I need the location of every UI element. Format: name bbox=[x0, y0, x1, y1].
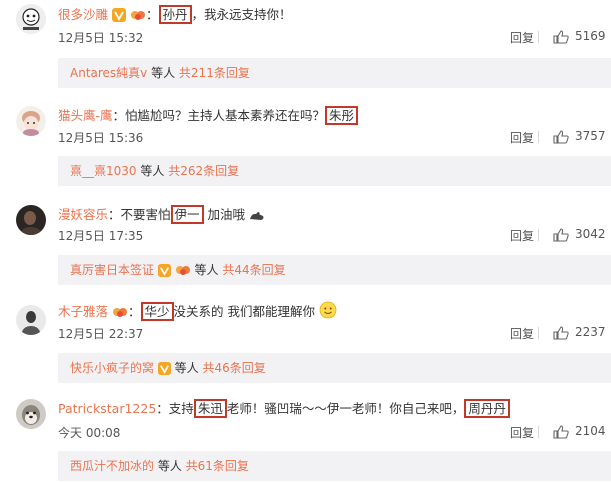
reply-thread-etc: 等人 bbox=[170, 361, 203, 375]
comment-text-mid: 老师！骚凹瑞～～伊一老师！你自己来吧， bbox=[226, 401, 465, 416]
reply-thread-bar[interactable]: Antares純真v 等人 共211条回复 bbox=[58, 58, 611, 88]
avatar[interactable] bbox=[16, 4, 46, 34]
comment-content: Patrickstar1225：支持 朱迅 老师！骚凹瑞～～伊一老师！你自己来吧，周… bbox=[58, 399, 510, 418]
highlighted-name: 朱彤 bbox=[325, 106, 359, 125]
reply-thread-etc: 等人 bbox=[147, 66, 179, 80]
reply-button[interactable]: 回复 bbox=[510, 227, 534, 244]
reply-thread-count[interactable]: 共44条回复 bbox=[222, 263, 285, 277]
verified-badge-icon bbox=[157, 258, 171, 288]
like-count: 5169 bbox=[575, 29, 606, 43]
divider bbox=[538, 31, 539, 43]
reply-thread-count[interactable]: 共46条回复 bbox=[202, 361, 265, 375]
like-thumb-icon[interactable] bbox=[553, 29, 569, 44]
reply-thread-count[interactable]: 共61条回复 bbox=[186, 459, 249, 473]
comment-text-post: 加油哦 bbox=[203, 207, 246, 222]
reply-thread-count[interactable]: 共211条回复 bbox=[179, 66, 250, 80]
highlighted-name: 孙丹 bbox=[158, 5, 192, 24]
comment-text-pre: ： bbox=[128, 304, 141, 319]
reply-button[interactable]: 回复 bbox=[510, 129, 534, 146]
fan-badge-icon bbox=[130, 8, 146, 27]
fan-badge-icon bbox=[112, 305, 128, 324]
comment-list: 很多沙雕 ：孙丹 ，我永远支持你！ 12月5日 15:32 回复 5169 Ant… bbox=[0, 0, 611, 482]
reply-button[interactable]: 回复 bbox=[510, 29, 534, 46]
reply-thread-bar[interactable]: 西瓜汁不加冰的 等人 共61条回复 bbox=[58, 451, 611, 481]
comment-time: 今天 00:08 bbox=[58, 426, 121, 440]
comment-username[interactable]: 漫妖容乐 bbox=[58, 207, 108, 222]
reply-thread-etc: 等人 bbox=[154, 459, 186, 473]
comment-text-pre: ： bbox=[145, 7, 159, 22]
reply-thread-user[interactable]: 真厉害日本签证 bbox=[70, 263, 154, 277]
highlighted-name: 朱迅 bbox=[193, 399, 227, 418]
reply-button[interactable]: 回复 bbox=[510, 325, 534, 342]
avatar[interactable] bbox=[16, 205, 46, 235]
reply-thread-etc: 等人 bbox=[136, 164, 169, 178]
reply-thread-user[interactable]: 熹__熹1030 bbox=[70, 164, 137, 178]
comment-time: 12月5日 17:35 bbox=[58, 229, 144, 243]
avatar[interactable] bbox=[16, 305, 46, 335]
like-thumb-icon[interactable] bbox=[553, 325, 569, 340]
comment-text-pre: ：支持 bbox=[156, 401, 194, 416]
avatar[interactable] bbox=[16, 106, 46, 136]
comment-username[interactable]: 木子雅落 bbox=[58, 304, 108, 319]
like-thumb-icon[interactable] bbox=[553, 129, 569, 144]
comment-text-pre: ：不要害怕 bbox=[108, 207, 171, 222]
comment-content: 很多沙雕 ：孙丹 ，我永远支持你！ bbox=[58, 5, 292, 27]
divider bbox=[538, 131, 539, 143]
like-thumb-icon[interactable] bbox=[553, 227, 569, 242]
reply-thread-bar[interactable]: 真厉害日本签证 等人 共44条回复 bbox=[58, 255, 611, 285]
reply-button[interactable]: 回复 bbox=[510, 424, 534, 441]
reply-thread-bar[interactable]: 快乐小疯子的窝 等人 共46条回复 bbox=[58, 353, 611, 383]
avatar[interactable] bbox=[16, 399, 46, 429]
comment-time: 12月5日 22:37 bbox=[58, 327, 144, 341]
comment-time: 12月5日 15:32 bbox=[58, 31, 144, 45]
comment-content: 漫妖容乐：不要害怕 伊一 加油哦 bbox=[58, 205, 265, 227]
comment-text-post: 没关系的 我们都能理解你 bbox=[173, 304, 316, 319]
divider bbox=[538, 229, 539, 241]
reply-thread-user[interactable]: 西瓜汁不加冰的 bbox=[70, 459, 154, 473]
verified-badge-icon bbox=[112, 8, 126, 27]
highlighted-name: 华少 bbox=[140, 302, 174, 321]
comment-text-post: ，我永远支持你！ bbox=[191, 7, 292, 22]
comment-time: 12月5日 15:36 bbox=[58, 131, 144, 145]
reply-thread-user[interactable]: Antares純真v bbox=[70, 66, 147, 80]
highlighted-name: 伊一 bbox=[170, 205, 204, 224]
like-count: 3042 bbox=[575, 227, 606, 241]
comment-username[interactable]: Patrickstar1225 bbox=[58, 401, 156, 416]
smile-emoji-icon bbox=[319, 301, 337, 324]
like-thumb-icon[interactable] bbox=[553, 424, 569, 439]
reply-thread-user[interactable]: 快乐小疯子的窝 bbox=[70, 361, 154, 375]
divider bbox=[538, 327, 539, 339]
reply-thread-etc: 等人 bbox=[190, 263, 223, 277]
verified-badge-icon bbox=[157, 356, 171, 386]
highlighted-name: 周丹丹 bbox=[464, 399, 510, 418]
like-count: 3757 bbox=[575, 129, 606, 143]
fan-badge-icon bbox=[175, 258, 191, 288]
comment-username[interactable]: 猫头鹰-鹰 bbox=[58, 108, 113, 123]
flexed-arm-emoji-icon bbox=[249, 209, 265, 227]
comment-content: 猫头鹰-鹰：怕尴尬吗？主持人基本素养还在吗？ 朱彤 bbox=[58, 106, 359, 125]
like-count: 2104 bbox=[575, 424, 606, 438]
like-count: 2237 bbox=[575, 325, 606, 339]
comment-username[interactable]: 很多沙雕 bbox=[58, 7, 108, 22]
comment-text-pre: ：怕尴尬吗？主持人基本素养还在吗？ bbox=[112, 108, 326, 123]
reply-thread-bar[interactable]: 熹__熹1030 等人 共262条回复 bbox=[58, 156, 611, 186]
comment-content: 木子雅落 ：华少 没关系的 我们都能理解你 bbox=[58, 301, 337, 324]
divider bbox=[538, 426, 539, 438]
reply-thread-count[interactable]: 共262条回复 bbox=[168, 164, 239, 178]
